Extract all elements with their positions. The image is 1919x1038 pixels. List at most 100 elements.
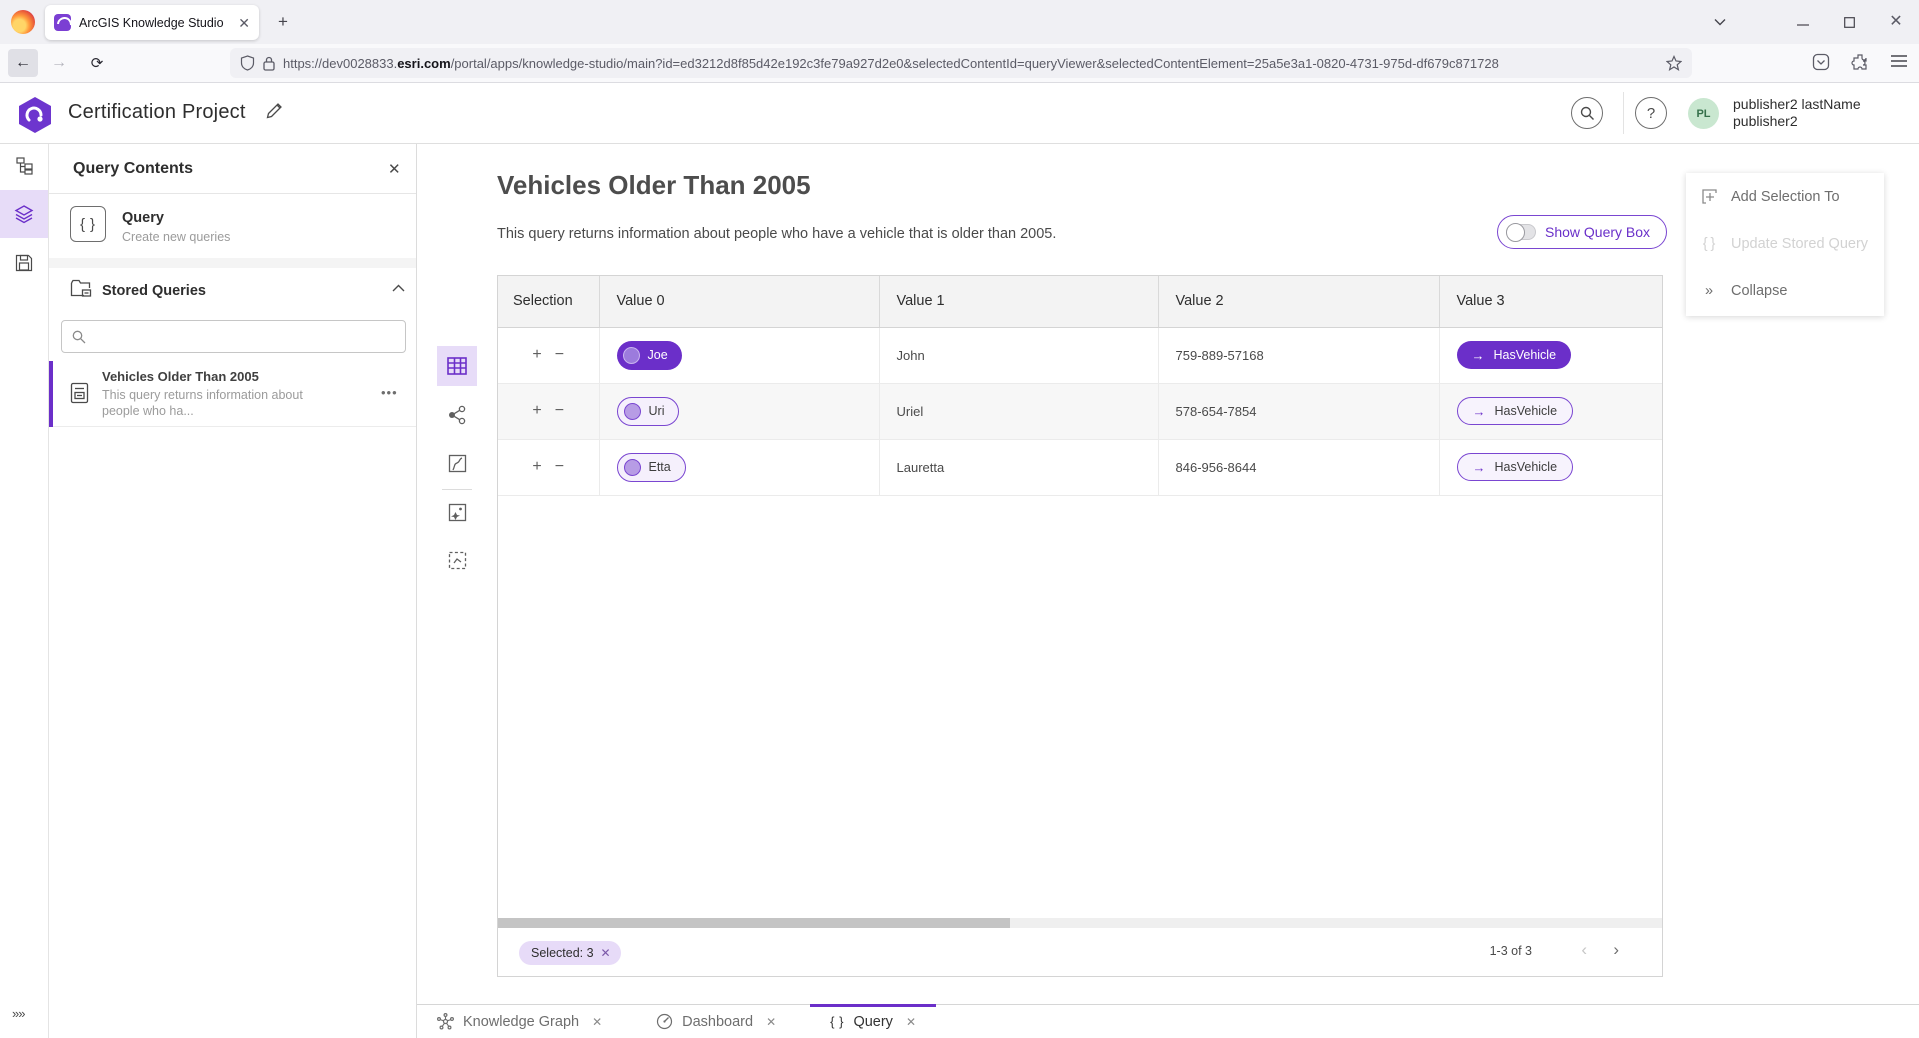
view-table-button[interactable]: [437, 346, 477, 386]
tab-close-icon[interactable]: ✕: [592, 1015, 602, 1029]
col-header-value0[interactable]: Value 0: [599, 276, 879, 327]
show-query-box-toggle[interactable]: Show Query Box: [1497, 215, 1667, 249]
add-to-selection-plus-icon[interactable]: +: [532, 346, 541, 364]
col-header-selection[interactable]: Selection: [498, 276, 599, 327]
firefox-menu-icon[interactable]: [11, 10, 35, 34]
header-search-button[interactable]: [1571, 97, 1603, 129]
context-menu: Add Selection To { } Update Stored Query…: [1686, 173, 1884, 316]
pagination-prev-icon[interactable]: ‹: [1581, 940, 1587, 960]
window-maximize-button[interactable]: [1826, 0, 1872, 44]
table-header-row: Selection Value 0 Value 1 Value 2 Value …: [498, 276, 1662, 327]
tab-close-icon[interactable]: ✕: [906, 1015, 916, 1029]
pagination-next-icon[interactable]: ›: [1613, 940, 1619, 960]
header-divider: [1623, 92, 1624, 134]
cell-value2[interactable]: 578-654-7854: [1158, 383, 1439, 439]
col-header-value1[interactable]: Value 1: [879, 276, 1158, 327]
table-icon: [447, 357, 467, 375]
cell-value1[interactable]: Uriel: [879, 383, 1158, 439]
knowledge-graph-icon: [437, 1013, 454, 1030]
tab-close-icon[interactable]: ✕: [766, 1015, 776, 1029]
pagination-range: 1-3 of 3: [1490, 944, 1532, 958]
menu-item-collapse[interactable]: » Collapse: [1686, 267, 1884, 314]
browser-reload-button[interactable]: ⟳: [82, 49, 112, 77]
rail-contents-button[interactable]: [0, 190, 48, 238]
user-avatar[interactable]: PL: [1688, 98, 1719, 129]
cell-value2[interactable]: 846-956-8644: [1158, 439, 1439, 495]
rail-project-hierarchy-button[interactable]: [0, 141, 48, 189]
selected-count-chip[interactable]: Selected: 3✕: [519, 941, 621, 965]
bookmark-star-icon[interactable]: [1666, 55, 1682, 71]
col-header-value2[interactable]: Value 2: [1158, 276, 1439, 327]
new-tab-button[interactable]: +: [278, 13, 288, 30]
selected-indicator-bar: [49, 361, 53, 427]
entity-pill[interactable]: Uri: [617, 397, 680, 426]
stored-query-options-ellipsis-icon[interactable]: •••: [381, 385, 398, 400]
relationship-pill[interactable]: →HasVehicle: [1457, 341, 1572, 369]
query-contents-panel: [49, 144, 417, 1038]
relationship-pill[interactable]: →HasVehicle: [1457, 397, 1574, 425]
menu-item-update-stored-query[interactable]: { } Update Stored Query: [1686, 220, 1884, 267]
expand-rail-chevrons-icon[interactable]: »»: [12, 1006, 24, 1021]
help-button[interactable]: ?: [1635, 97, 1667, 129]
col-header-value3[interactable]: Value 3: [1439, 276, 1662, 327]
entity-dot-icon: [623, 347, 640, 364]
cell-value1[interactable]: Lauretta: [879, 439, 1158, 495]
pocket-icon[interactable]: [1812, 53, 1830, 71]
cell-value2[interactable]: 759-889-57168: [1158, 327, 1439, 383]
view-link-chart-button[interactable]: [437, 395, 477, 435]
url-bar[interactable]: https://dev0028833.esri.com/portal/apps/…: [230, 48, 1692, 78]
menu-item-add-selection-to[interactable]: Add Selection To: [1686, 173, 1884, 220]
tab-dashboard[interactable]: Dashboard ✕: [636, 1005, 796, 1038]
window-close-button[interactable]: ✕: [1873, 0, 1919, 44]
arrow-right-icon: →: [1473, 404, 1486, 419]
dashboard-gauge-icon: [656, 1013, 673, 1030]
remove-from-selection-minus-icon[interactable]: −: [555, 346, 564, 364]
page-description: This query returns information about peo…: [497, 226, 1056, 242]
entity-dot-icon: [624, 459, 641, 476]
horizontal-scrollbar-thumb[interactable]: [498, 918, 1010, 928]
remove-from-selection-minus-icon[interactable]: −: [555, 402, 564, 420]
tab-list-chevron-icon[interactable]: [1697, 0, 1743, 44]
divider: [49, 193, 416, 194]
browser-back-button[interactable]: ←: [8, 49, 38, 77]
edit-title-pencil-icon[interactable]: [265, 102, 283, 120]
stored-query-title: Vehicles Older Than 2005: [102, 369, 259, 384]
map-icon: [448, 454, 467, 473]
view-map-button[interactable]: [437, 443, 477, 483]
extensions-puzzle-icon[interactable]: [1851, 53, 1869, 71]
tab-knowledge-graph[interactable]: Knowledge Graph ✕: [417, 1005, 622, 1038]
shield-icon[interactable]: [240, 55, 255, 71]
entity-pill[interactable]: Joe: [617, 341, 682, 370]
new-map-from-selection-button[interactable]: [437, 492, 477, 532]
query-list-item[interactable]: [49, 196, 416, 258]
stored-queries-collapse-chevron-icon[interactable]: [392, 284, 405, 292]
add-to-selection-plus-icon[interactable]: +: [532, 402, 541, 420]
browser-tab-title: ArcGIS Knowledge Studio: [79, 16, 230, 30]
double-chevron-right-icon: »: [1700, 283, 1718, 299]
link-chart-icon: [447, 405, 467, 425]
relationship-pill[interactable]: →HasVehicle: [1457, 453, 1574, 481]
add-to-selection-plus-icon[interactable]: +: [532, 458, 541, 476]
lock-icon[interactable]: [263, 56, 275, 71]
hamburger-menu-icon[interactable]: [1891, 54, 1907, 68]
browser-tab[interactable]: ArcGIS Knowledge Studio ✕: [45, 5, 259, 40]
stored-queries-search[interactable]: [61, 320, 406, 353]
query-item-subtitle: Create new queries: [122, 230, 230, 244]
browser-forward-button[interactable]: →: [44, 49, 74, 77]
remove-from-selection-minus-icon[interactable]: −: [555, 458, 564, 476]
selection-tools-button[interactable]: [437, 540, 477, 580]
search-input[interactable]: [94, 329, 395, 344]
entity-pill[interactable]: Etta: [617, 453, 686, 482]
search-icon: [1580, 106, 1595, 121]
clear-selection-icon[interactable]: ✕: [601, 946, 611, 960]
tab-close-icon[interactable]: ✕: [238, 16, 250, 30]
window-minimize-button[interactable]: [1780, 0, 1826, 44]
toggle-track[interactable]: [1506, 224, 1536, 240]
user-info[interactable]: publisher2 lastName publisher2: [1733, 96, 1861, 130]
tab-query[interactable]: { } Query ✕: [810, 1005, 936, 1038]
panel-close-icon[interactable]: ✕: [388, 160, 401, 178]
entity-dot-icon: [624, 403, 641, 420]
cell-value1[interactable]: John: [879, 327, 1158, 383]
rail-save-button[interactable]: [0, 239, 48, 287]
arrow-right-icon: →: [1472, 348, 1485, 363]
